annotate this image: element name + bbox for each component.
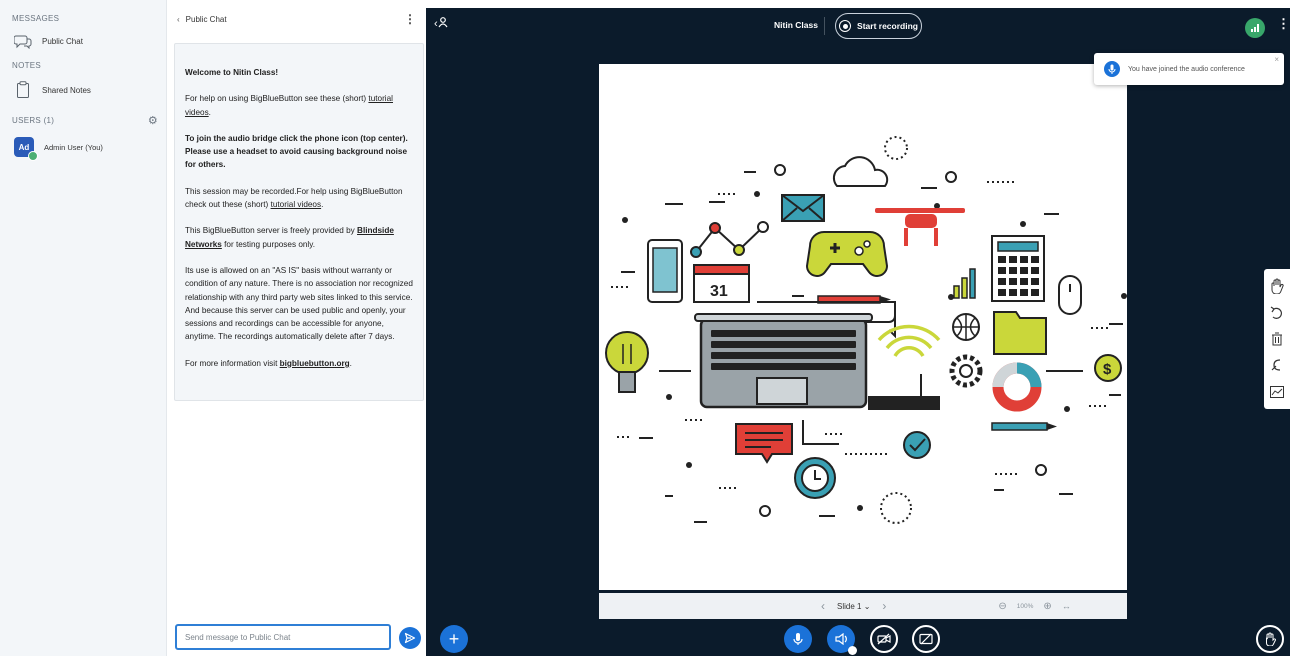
welcome-text: To join the audio bridge click the phone… xyxy=(185,133,408,170)
send-message-button[interactable] xyxy=(399,627,421,649)
tutorial-videos-link[interactable]: tutorial videos xyxy=(271,200,322,209)
previous-slide-button[interactable]: ‹ xyxy=(821,599,825,613)
welcome-text: . xyxy=(349,358,352,368)
actions-button[interactable]: + xyxy=(440,625,468,653)
meeting-title: Nitin Class xyxy=(774,20,818,30)
chat-header: ‹ Public Chat ⋮ xyxy=(167,0,426,38)
user-list-sidebar: MESSAGES Public Chat NOTES Shared Notes … xyxy=(0,0,167,656)
welcome-line: For help on using BigBlueButton see thes… xyxy=(185,92,413,119)
mic-icon xyxy=(1104,61,1120,77)
welcome-text: Its use is allowed on an "AS IS" basis w… xyxy=(185,265,413,342)
chat-options-button[interactable]: ⋮ xyxy=(404,12,416,26)
users-heading-text: USERS (1) xyxy=(12,116,55,125)
slide-selector[interactable]: Slide 1 ⌄ xyxy=(837,602,870,611)
chevron-down-icon: ⌄ xyxy=(863,601,871,611)
raise-hand-icon xyxy=(1266,632,1276,646)
notes-heading: NOTES xyxy=(0,61,166,70)
sidebar-item-shared-notes[interactable]: Shared Notes xyxy=(0,76,166,104)
chat-message-input[interactable] xyxy=(175,624,391,650)
sidebar-item-label: Shared Notes xyxy=(42,85,91,95)
slide-controls: ‹ Slide 1 ⌄ › ⊖ 100% ⊕ ↔ xyxy=(599,593,1127,619)
audio-icon xyxy=(835,633,847,645)
welcome-text: . xyxy=(208,107,211,117)
welcome-line: This BigBlueButton server is freely prov… xyxy=(185,224,413,251)
toast-message: You have joined the audio conference xyxy=(1128,65,1245,73)
tech-illustration: 31 $ xyxy=(605,136,1127,524)
connection-icon[interactable] xyxy=(1245,18,1265,38)
hand-tool-icon[interactable] xyxy=(1268,277,1286,295)
welcome-text: Welcome to Nitin Class! xyxy=(185,68,279,77)
welcome-line: This session may be recorded.For help us… xyxy=(185,185,413,212)
options-icon[interactable]: ⋮ xyxy=(1277,16,1290,32)
trash-icon[interactable] xyxy=(1268,330,1286,348)
user-name: Admin User (You) xyxy=(44,142,103,152)
svg-text:31: 31 xyxy=(710,283,728,300)
voice-status-badge xyxy=(28,151,38,161)
welcome-text: for testing purposes only. xyxy=(221,239,316,249)
welcome-message: Welcome to Nitin Class! For help on usin… xyxy=(174,43,424,401)
chat-panel: ‹ Public Chat ⋮ Welcome to Nitin Class! … xyxy=(167,0,426,656)
users-heading: USERS (1) ⚙ xyxy=(0,114,166,127)
gear-icon[interactable]: ⚙ xyxy=(148,114,158,127)
messages-heading: MESSAGES xyxy=(0,14,166,23)
start-recording-button[interactable]: Start recording xyxy=(835,13,922,39)
welcome-line: For more information visit bigbluebutton… xyxy=(185,357,413,370)
chat-title: Public Chat xyxy=(185,14,227,24)
presentation-area: ‹ Nitin Class Start recording ⋮ 31 $ ‹ S… xyxy=(426,8,1290,656)
send-icon xyxy=(404,632,416,644)
sidebar-item-public-chat[interactable]: Public Chat xyxy=(0,27,166,55)
messages-heading-text: MESSAGES xyxy=(12,14,60,23)
top-bar: ‹ Nitin Class Start recording ⋮ xyxy=(426,8,1290,44)
welcome-text: For help on using BigBlueButton see thes… xyxy=(185,94,369,104)
close-icon[interactable]: × xyxy=(1274,55,1279,64)
leave-audio-button[interactable] xyxy=(827,625,857,655)
chat-back-button[interactable]: ‹ Public Chat xyxy=(177,15,227,24)
welcome-line: Its use is allowed on an "AS IS" basis w… xyxy=(185,264,413,344)
welcome-text: This BigBlueButton server is freely prov… xyxy=(185,226,358,236)
record-icon xyxy=(839,20,852,32)
slide-label: Slide 1 xyxy=(837,601,862,611)
zoom-out-button[interactable]: ⊖ xyxy=(998,601,1006,612)
record-label: Start recording xyxy=(857,21,918,31)
bigbluebutton-link[interactable]: bigbluebutton.org xyxy=(280,359,350,368)
fit-to-width-button[interactable]: ↔ xyxy=(1062,601,1071,611)
notes-icon xyxy=(14,81,32,99)
svg-text:$: $ xyxy=(1103,361,1112,378)
welcome-text: . xyxy=(321,200,324,210)
title-divider xyxy=(824,17,825,35)
chevron-left-icon: ‹ xyxy=(177,14,180,24)
welcome-text: For more information visit xyxy=(185,358,280,368)
screenshare-off-icon xyxy=(919,633,933,645)
next-slide-button[interactable]: › xyxy=(882,599,886,613)
share-webcam-button[interactable] xyxy=(870,625,898,653)
avatar-initials: Ad xyxy=(18,142,30,152)
welcome-line: Welcome to Nitin Class! xyxy=(185,66,413,79)
welcome-line: To join the audio bridge click the phone… xyxy=(185,132,413,172)
notes-heading-text: NOTES xyxy=(12,61,42,70)
multi-user-icon[interactable] xyxy=(1268,356,1286,374)
zoom-in-button[interactable]: ⊕ xyxy=(1043,601,1051,612)
sidebar-item-label: Public Chat xyxy=(42,36,83,46)
undo-icon[interactable] xyxy=(1268,304,1286,322)
camera-off-icon xyxy=(877,633,891,645)
mute-button[interactable] xyxy=(784,625,812,653)
chat-icon xyxy=(14,32,32,50)
plus-icon: + xyxy=(448,628,460,649)
share-screen-button[interactable] xyxy=(912,625,940,653)
raise-hand-button[interactable] xyxy=(1256,625,1284,653)
audio-joined-toast: You have joined the audio conference × xyxy=(1094,53,1284,85)
users-toggle-icon[interactable]: ‹ xyxy=(434,17,448,30)
whiteboard-toolbar xyxy=(1264,269,1290,409)
audio-status-dot xyxy=(848,646,857,655)
presentation-slide[interactable]: 31 $ xyxy=(599,64,1127,590)
zoom-level: 100% xyxy=(1016,602,1034,610)
pencil-tool-icon[interactable] xyxy=(1268,383,1286,401)
avatar: Ad xyxy=(14,137,38,161)
mic-icon xyxy=(793,633,803,645)
user-list-item[interactable]: Ad Admin User (You) xyxy=(0,133,166,161)
